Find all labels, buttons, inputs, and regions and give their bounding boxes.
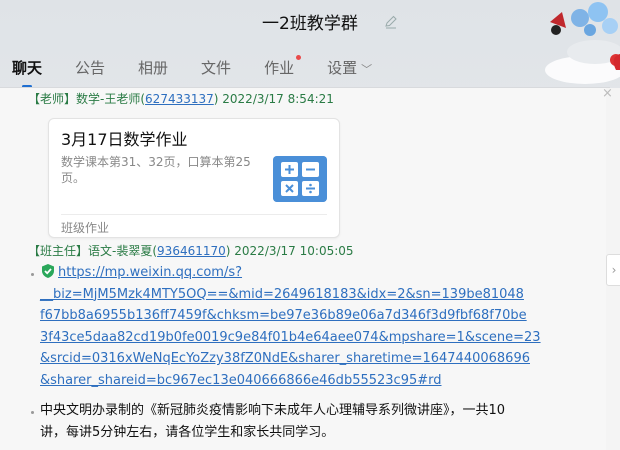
close-icon[interactable]: × bbox=[602, 86, 613, 101]
chat-messages[interactable]: 【老师】数学-王老师(627433137) 2022/3/17 8:54:21 … bbox=[0, 88, 606, 450]
edit-pencil-icon[interactable] bbox=[384, 15, 398, 29]
shared-link-line[interactable]: __biz=MjM5Mzk4MTY5OQ==&mid=2649618183&id… bbox=[40, 284, 524, 306]
sender-qq-link[interactable]: 627433137 bbox=[145, 92, 214, 106]
skin-decoration-icon bbox=[545, 2, 620, 84]
sender-name[interactable]: 数学-王老师 bbox=[76, 92, 140, 106]
shared-link-line[interactable]: &srcid=0316xWeNqEcYoZzy38fZ0NdE&sharer_s… bbox=[40, 348, 530, 370]
tab-settings[interactable]: 设置 ﹀ bbox=[327, 52, 372, 80]
decoration-icon bbox=[613, 54, 620, 70]
card-footer: 班级作业 bbox=[61, 221, 110, 235]
calculator-icon bbox=[273, 156, 327, 202]
message-time: 2022/3/17 10:05:05 bbox=[234, 244, 354, 258]
homework-card[interactable]: 3月17日数学作业 数学课本第31、32页，口算本第25页。 班级作业 bbox=[48, 118, 340, 238]
verified-shield-icon bbox=[42, 264, 54, 278]
message-bullet bbox=[31, 411, 34, 414]
message-bullet bbox=[31, 273, 34, 276]
sender-role: 【班主任】 bbox=[28, 244, 89, 258]
tab-album[interactable]: 相册 bbox=[138, 52, 168, 78]
shared-link[interactable]: https://mp.weixin.qq.com/s? bbox=[58, 265, 242, 280]
tab-announcement[interactable]: 公告 bbox=[75, 52, 105, 78]
tab-chat[interactable]: 聊天 bbox=[12, 52, 42, 88]
sender-qq-link[interactable]: 936461170 bbox=[157, 244, 226, 258]
shared-link-line[interactable]: https://mp.weixin.qq.com/s? bbox=[40, 262, 242, 284]
card-title: 3月17日数学作业 bbox=[61, 130, 188, 149]
shared-link-line[interactable]: 3f43ce5daa82cd19b0fe0019c9e84f01b4e64aee… bbox=[40, 327, 541, 349]
group-title: 一2班教学群 bbox=[262, 14, 358, 34]
card-divider bbox=[61, 214, 327, 215]
tab-bar: 聊天 公告 相册 文件 作业 设置 ﹀ bbox=[12, 52, 405, 88]
tab-homework[interactable]: 作业 bbox=[264, 52, 302, 78]
message-header: 【班主任】语文-裴翠夏(936461170) 2022/3/17 10:05:0… bbox=[28, 244, 354, 258]
card-description: 数学课本第31、32页，口算本第25页。 bbox=[61, 155, 251, 185]
message-text: 中央文明办录制的《新冠肺炎疫情影响下未成年人心理辅导系列微讲座》，一共10 bbox=[40, 403, 506, 418]
message-text: 讲，每讲5分钟左右，请各位学生和家长共同学习。 bbox=[40, 425, 335, 440]
collapse-sidebar-button[interactable]: › bbox=[606, 254, 620, 286]
qq-group-window: 一2班教学群 聊天 公告 相册 文件 作业 设置 ﹀ 【老师】数学-王老师(627… bbox=[0, 0, 620, 450]
shared-link-line[interactable]: &sharer_shareid=bc967ec13e040666866e46db… bbox=[40, 370, 442, 392]
notification-dot bbox=[296, 55, 302, 60]
sender-name[interactable]: 语文-裴翠夏 bbox=[88, 244, 152, 258]
chevron-down-icon: ﹀ bbox=[361, 63, 373, 76]
message-header: 【老师】数学-王老师(627433137) 2022/3/17 8:54:21 bbox=[28, 92, 334, 106]
sender-role: 【老师】 bbox=[28, 92, 77, 106]
shared-link-line[interactable]: f67bb8a6955b136ff7459f&chksm=be97e36b89e… bbox=[40, 305, 527, 327]
tab-files[interactable]: 文件 bbox=[201, 52, 231, 78]
message-time: 2022/3/17 8:54:21 bbox=[222, 92, 334, 106]
